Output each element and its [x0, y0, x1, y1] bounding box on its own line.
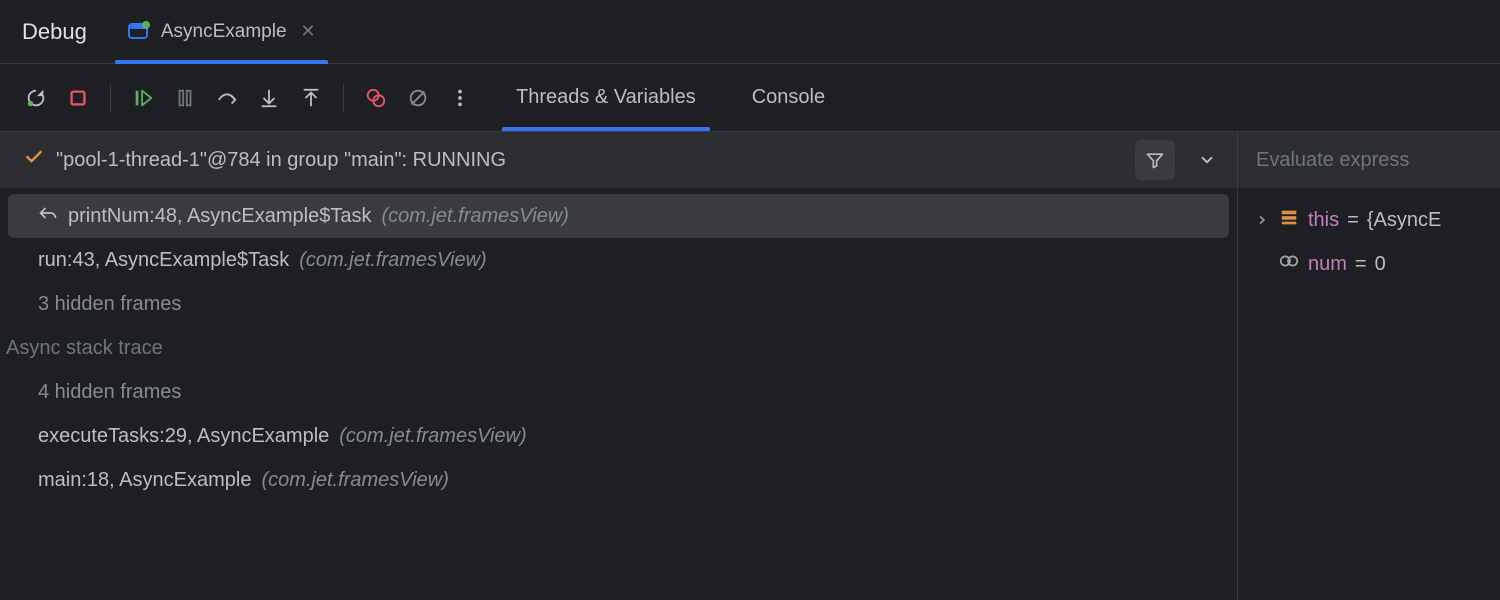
tool-window-title: Debug [22, 19, 87, 45]
variable-row[interactable]: this = {AsyncE [1238, 198, 1500, 242]
evaluate-expression-input[interactable]: Evaluate express [1238, 132, 1500, 188]
variable-row[interactable]: num = 0 [1238, 242, 1500, 286]
chevron-down-icon[interactable] [1187, 140, 1227, 180]
stack-frame[interactable]: run:43, AsyncExample$Task (com.jet.frames… [0, 238, 1237, 282]
object-icon [1278, 206, 1300, 234]
variable-value: 0 [1375, 253, 1386, 276]
separator [343, 84, 344, 112]
chevron-right-icon [1256, 209, 1270, 232]
frame-location: executeTasks:29, AsyncExample [38, 425, 329, 448]
stack-frame[interactable]: printNum:48, AsyncExample$Task (com.jet.f… [8, 194, 1229, 238]
frames-list: printNum:48, AsyncExample$Task (com.jet.f… [0, 188, 1237, 600]
check-icon [24, 147, 44, 173]
frame-package: (com.jet.framesView) [339, 425, 526, 448]
stop-button[interactable] [60, 80, 96, 116]
variable-name: this [1308, 209, 1339, 232]
separator [110, 84, 111, 112]
rerun-button[interactable] [18, 80, 54, 116]
step-into-button[interactable] [251, 80, 287, 116]
run-config-icon [127, 20, 151, 44]
frame-location: printNum:48, AsyncExample$Task [68, 205, 371, 228]
equals-sign: = [1355, 253, 1367, 276]
frame-location: 3 hidden frames [38, 293, 181, 316]
stack-frame[interactable]: 4 hidden frames [0, 370, 1237, 414]
step-over-button[interactable] [209, 80, 245, 116]
step-out-button[interactable] [293, 80, 329, 116]
tab-console[interactable]: Console [738, 64, 839, 131]
mute-breakpoints-button[interactable] [400, 80, 436, 116]
close-icon[interactable]: ✕ [297, 21, 316, 42]
tab-label: AsyncExample [161, 21, 287, 43]
frame-package: (com.jet.framesView) [299, 249, 486, 272]
equals-sign: = [1347, 209, 1359, 232]
frames-section-header: Async stack trace [0, 326, 1237, 370]
glasses-icon [1278, 250, 1300, 278]
stack-frame[interactable]: 3 hidden frames [0, 282, 1237, 326]
variable-name: num [1308, 253, 1347, 276]
frame-location: main:18, AsyncExample [38, 469, 251, 492]
pause-button[interactable] [167, 80, 203, 116]
more-icon[interactable] [442, 80, 478, 116]
back-arrow-icon [38, 203, 58, 229]
stack-frame[interactable]: executeTasks:29, AsyncExample (com.jet.fr… [0, 414, 1237, 458]
thread-selector[interactable]: "pool-1-thread-1"@784 in group "main": R… [0, 132, 1237, 188]
debug-toolbar: Threads & Variables Console [0, 64, 1500, 132]
frame-location: run:43, AsyncExample$Task [38, 249, 289, 272]
view-breakpoints-button[interactable] [358, 80, 394, 116]
tab-run-config[interactable]: AsyncExample ✕ [121, 0, 322, 63]
filter-button[interactable] [1135, 140, 1175, 180]
variables-list: this = {AsyncEnum = 0 [1238, 188, 1500, 286]
variable-value: {AsyncE [1367, 209, 1441, 232]
frame-location: 4 hidden frames [38, 381, 181, 404]
resume-button[interactable] [125, 80, 161, 116]
frame-package: (com.jet.framesView) [381, 205, 568, 228]
frame-package: (com.jet.framesView) [261, 469, 448, 492]
tab-threads-variables[interactable]: Threads & Variables [502, 64, 710, 131]
stack-frame[interactable]: main:18, AsyncExample (com.jet.framesView… [0, 458, 1237, 502]
thread-label: "pool-1-thread-1"@784 in group "main": R… [56, 149, 506, 172]
